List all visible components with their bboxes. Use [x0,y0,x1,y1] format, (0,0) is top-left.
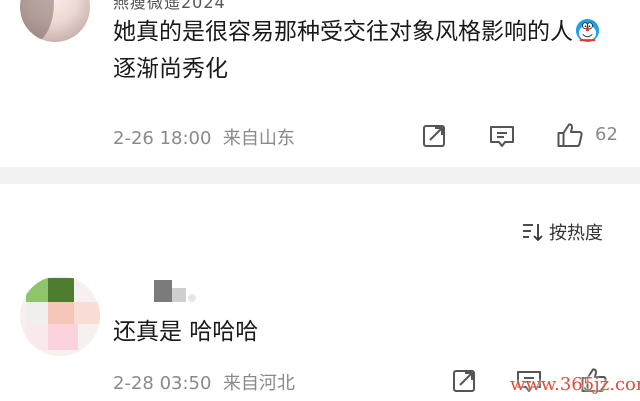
share-icon[interactable] [420,122,448,150]
comment-text: 她真的是很容易那种受交往对象风格影响的人 逐渐尚秀化 [113,14,623,88]
comment-source: 来自山东 [222,128,295,149]
sort-button[interactable]: 按热度 [521,219,603,245]
avatar-block [48,324,78,350]
comment-date: 2-26 18:00 [113,128,212,149]
avatar-block [48,278,74,302]
avatar-block [26,278,48,302]
avatar[interactable] [20,276,100,356]
comment-text: 还真是 哈哈哈 [113,319,259,345]
comment-username[interactable] [126,276,206,304]
comment-meta: 2-26 18:00 来自山东 [113,124,295,150]
section-divider [0,167,640,184]
share-icon[interactable] [450,367,478,395]
comment-meta: 2-28 03:50 来自河北 [113,369,295,395]
comment-text-part2: 逐渐尚秀化 [113,56,228,82]
like-icon[interactable] [556,121,584,149]
avatar-block [74,302,100,324]
avatar-hair [20,0,54,42]
username-pixel [172,288,186,302]
watermark: www.365jz.com [510,374,640,395]
comment-source: 来自河北 [222,373,295,394]
comment-icon[interactable] [488,122,516,150]
like-count: 62 [595,124,618,145]
sort-label: 按热度 [549,223,603,244]
avatar-block [26,324,48,350]
avatar[interactable] [20,0,90,42]
avatar-block [26,302,48,324]
sort-icon [523,224,543,242]
comment-date: 2-28 03:50 [113,373,212,394]
avatar-block [48,302,74,324]
comment-username[interactable]: 燕瘦微遥2024 [113,0,226,13]
comment-text-part1: 她真的是很容易那种受交往对象风格影响的人 [113,19,573,45]
username-pixel [154,280,172,302]
doraemon-emoji-icon [575,18,600,43]
username-pixel [188,294,196,302]
